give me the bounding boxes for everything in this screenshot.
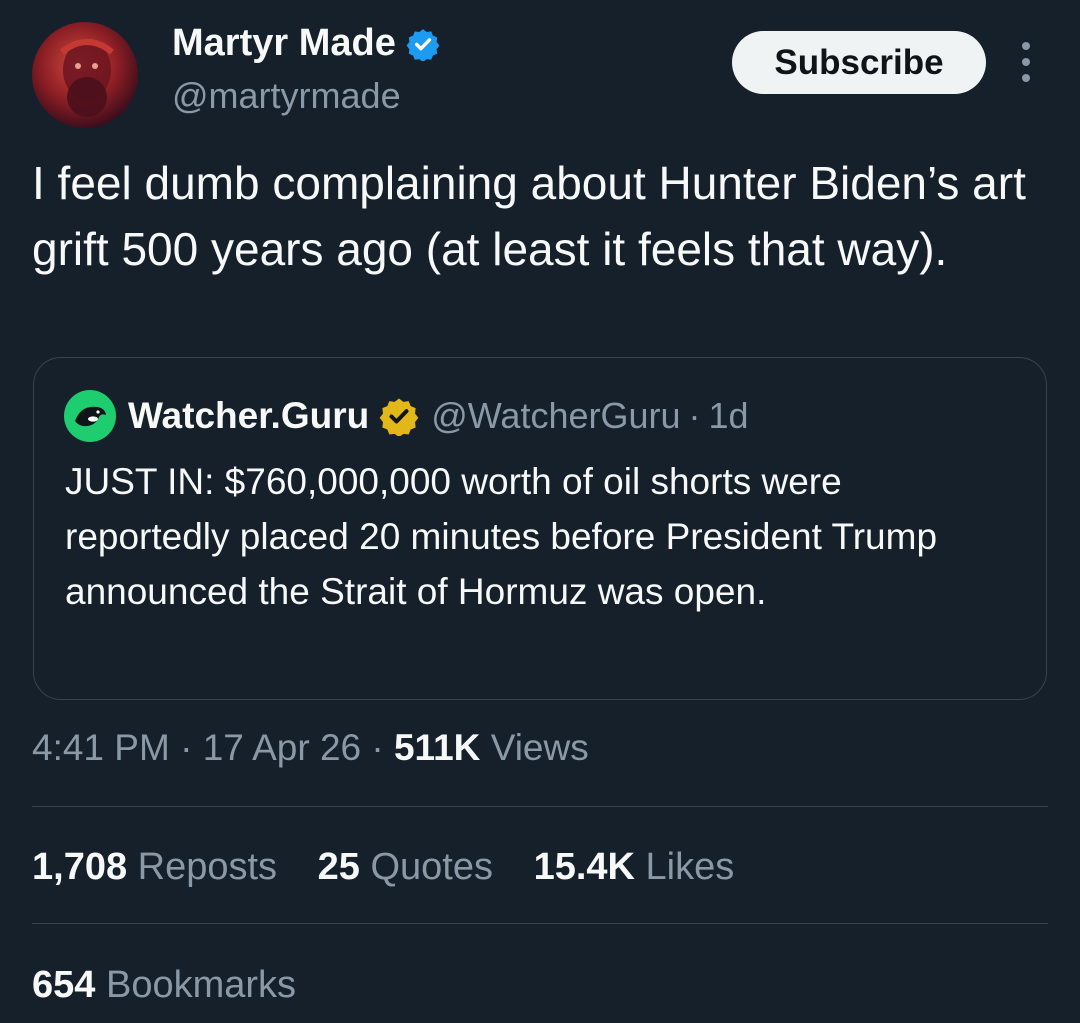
engagement-stats: 1,708 Reposts 25 Quotes 15.4K Likes <box>32 846 764 889</box>
author-handle[interactable]: @martyrmade <box>172 75 401 117</box>
divider <box>32 923 1048 924</box>
orca-logo-icon <box>75 406 106 427</box>
reposts-stat[interactable]: 1,708 Reposts <box>32 846 277 888</box>
quoted-author-avatar[interactable] <box>64 390 116 442</box>
quotes-count: 25 <box>317 846 360 888</box>
reposts-label: Reposts <box>137 846 278 888</box>
quoted-author-name[interactable]: Watcher.Guru <box>128 395 369 437</box>
quoted-time[interactable]: 1d <box>709 395 749 437</box>
bookmarks-stat[interactable]: 654 Bookmarks <box>32 964 296 1007</box>
author-name[interactable]: Martyr Made <box>172 22 396 65</box>
bookmarks-label: Bookmarks <box>105 964 297 1006</box>
views-label: Views <box>490 727 589 768</box>
tweet-meta: 4:41 PM · 17 Apr 26 · 511K Views <box>32 727 589 769</box>
quoted-separator: · <box>688 395 701 436</box>
author-name-row: Martyr Made <box>172 22 440 65</box>
meta-separator: · <box>371 727 384 768</box>
author-avatar[interactable] <box>32 22 138 128</box>
reposts-count: 1,708 <box>32 846 128 888</box>
quotes-label: Quotes <box>370 846 493 888</box>
quoted-author-handle[interactable]: @WatcherGuru <box>431 395 680 437</box>
avatar-portrait-icon <box>60 39 114 117</box>
bookmarks-count: 654 <box>32 964 96 1006</box>
meta-separator: · <box>180 727 193 768</box>
likes-stat[interactable]: 15.4K Likes <box>534 846 735 888</box>
verified-badge-icon <box>406 28 440 61</box>
subscribe-button[interactable]: Subscribe <box>732 31 986 94</box>
divider <box>32 806 1048 807</box>
tweet-time[interactable]: 4:41 PM <box>32 727 170 768</box>
likes-label: Likes <box>645 846 735 888</box>
gold-verified-badge-icon <box>379 398 419 436</box>
quoted-tweet-header: Watcher.Guru @WatcherGuru · 1d <box>64 390 749 442</box>
tweet-text: I feel dumb complaining about Hunter Bid… <box>32 157 1026 275</box>
tweet-date[interactable]: 17 Apr 26 <box>203 727 361 768</box>
more-options-icon[interactable] <box>1014 42 1038 86</box>
views-count: 511K <box>393 727 481 768</box>
quoted-tweet-text: JUST IN: $760,000,000 worth of oil short… <box>65 461 938 612</box>
quoted-tweet[interactable]: Watcher.Guru @WatcherGuru · 1d JUST IN: … <box>33 357 1047 700</box>
likes-count: 15.4K <box>533 846 635 888</box>
quotes-stat[interactable]: 25 Quotes <box>318 846 493 888</box>
